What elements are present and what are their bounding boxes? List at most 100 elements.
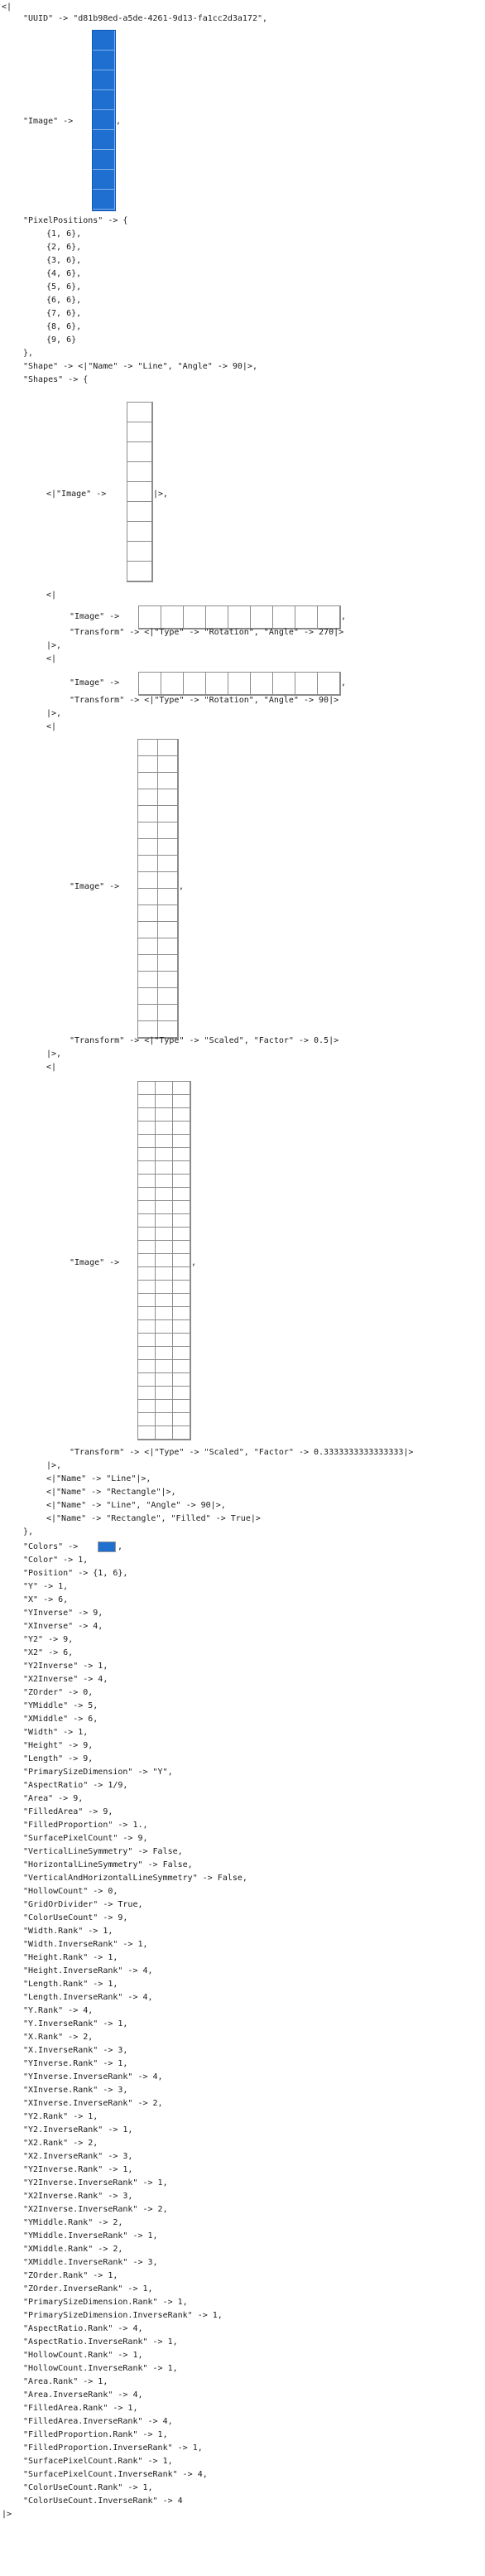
property-verticallinesymmetry: "VerticalLineSymmetry" -> False,	[23, 1847, 183, 1856]
property-surfacepixelcount-inverserank: "SurfacePixelCount.InverseRank" -> 4,	[23, 2470, 208, 2479]
property-y2inverse-inverserank: "Y2Inverse.InverseRank" -> 1,	[23, 2178, 168, 2188]
property-filledproportion: "FilledProportion" -> 1.,	[23, 1821, 148, 1830]
property-y2inverse: "Y2Inverse" -> 1,	[23, 1662, 108, 1671]
shape4-image-key: "Image" ->	[70, 882, 120, 891]
shape3-open: <|	[46, 654, 57, 663]
pixelpositions-close: },	[23, 349, 34, 358]
property-xinverse-inverserank: "XInverse.InverseRank" -> 2,	[23, 2099, 163, 2108]
image-key: "Image" ->	[23, 117, 74, 126]
property-position: "Position" -> {1, 6},	[23, 1569, 128, 1578]
property-horizontallinesymmetry: "HorizontalLineSymmetry" -> False,	[23, 1860, 193, 1869]
property-y-inverserank: "Y.InverseRank" -> 1,	[23, 2019, 128, 2028]
property-filledarea: "FilledArea" -> 9,	[23, 1807, 113, 1816]
property-ymiddle-inverserank: "YMiddle.InverseRank" -> 1,	[23, 2231, 158, 2241]
pixel-position-7: {7, 6},	[46, 309, 82, 318]
shape4-image-comma: ,	[179, 882, 185, 891]
property-y2-inverserank: "Y2.InverseRank" -> 1,	[23, 2125, 133, 2135]
shape4-transform: "Transform" -> <|"Type" -> "Scaled", "Fa…	[70, 1036, 339, 1045]
main-image-grid	[92, 30, 116, 211]
property-width: "Width" -> 1,	[23, 1728, 89, 1737]
property-zorder-rank: "ZOrder.Rank" -> 1,	[23, 2271, 118, 2280]
pixel-position-9: {9, 6}	[46, 335, 77, 345]
shapes-key: "Shapes" -> {	[23, 375, 89, 384]
shape5-image-comma: ,	[191, 1258, 197, 1267]
shape3-close: |>,	[46, 709, 62, 718]
colors-key: "Colors" ->	[23, 1542, 79, 1551]
property-y2inverse-rank: "Y2Inverse.Rank" -> 1,	[23, 2165, 133, 2174]
property-hollowcount-inverserank: "HollowCount.InverseRank" -> 1,	[23, 2364, 178, 2373]
property-y2: "Y2" -> 9,	[23, 1635, 74, 1644]
pixelpositions-key: "PixelPositions" -> {	[23, 216, 128, 225]
property-close-bracket: |>	[2, 2510, 12, 2519]
property-y2-rank: "Y2.Rank" -> 1,	[23, 2112, 98, 2121]
shape-line-angle: <|"Name" -> "Line", "Angle" -> 90|>,	[46, 1501, 226, 1510]
shape5-transform: "Transform" -> <|"Type" -> "Scaled", "Fa…	[70, 1448, 414, 1457]
property-surfacepixelcount: "SurfacePixelCount" -> 9,	[23, 1834, 148, 1843]
shape-line: "Shape" -> <|"Name" -> "Line", "Angle" -…	[23, 362, 257, 371]
property-gridordivider: "GridOrDivider" -> True,	[23, 1900, 143, 1909]
property-x-rank: "X.Rank" -> 2,	[23, 2033, 94, 2042]
pixel-position-1: {1, 6},	[46, 229, 82, 239]
shape2-image-comma: ,	[341, 612, 347, 621]
property-aspectratio-rank: "AspectRatio.Rank" -> 4,	[23, 2324, 143, 2333]
property-area-inverserank: "Area.InverseRank" -> 4,	[23, 2390, 143, 2400]
image-comma: ,	[116, 117, 122, 126]
property-xmiddle-inverserank: "XMiddle.InverseRank" -> 3,	[23, 2258, 158, 2267]
uuid-line: "UUID" -> "d81b98ed-a5de-4261-9d13-fa1cc…	[23, 14, 268, 23]
property-xmiddle: "XMiddle" -> 6,	[23, 1715, 98, 1724]
shape5-open: <|	[46, 1063, 57, 1072]
property-aspectratio: "AspectRatio" -> 1/9,	[23, 1781, 128, 1790]
open-bracket: <|	[2, 2, 12, 12]
shape-rectangle-filled: <|"Name" -> "Rectangle", "Filled" -> Tru…	[46, 1514, 261, 1523]
pixel-position-6: {6, 6},	[46, 296, 82, 305]
property-color: "Color" -> 1,	[23, 1556, 89, 1565]
property-yinverse-inverserank: "YInverse.InverseRank" -> 4,	[23, 2072, 163, 2082]
shape1-image-grid	[127, 402, 153, 582]
property-x2: "X2" -> 6,	[23, 1648, 74, 1657]
shape2-image-grid	[138, 605, 341, 630]
pixel-position-8: {8, 6},	[46, 322, 82, 331]
pixel-position-2: {2, 6},	[46, 243, 82, 252]
property-filledarea-rank: "FilledArea.Rank" -> 1,	[23, 2404, 138, 2413]
shape3-image-grid	[138, 672, 341, 696]
pixel-position-3: {3, 6},	[46, 256, 82, 265]
shape2-close: |>,	[46, 641, 62, 650]
shape2-image-key: "Image" ->	[70, 612, 120, 621]
property-aspectratio-inverserank: "AspectRatio.InverseRank" -> 1,	[23, 2337, 178, 2347]
property-x2-inverserank: "X2.InverseRank" -> 3,	[23, 2152, 133, 2161]
property-xmiddle-rank: "XMiddle.Rank" -> 2,	[23, 2245, 123, 2254]
property-length-inverserank: "Length.InverseRank" -> 4,	[23, 1993, 153, 2002]
colors-swatch	[98, 1541, 116, 1552]
property-area: "Area" -> 9,	[23, 1794, 84, 1803]
property-width-inverserank: "Width.InverseRank" -> 1,	[23, 1940, 148, 1949]
property-yinverse-rank: "YInverse.Rank" -> 1,	[23, 2059, 128, 2068]
property-length-rank: "Length.Rank" -> 1,	[23, 1980, 118, 1989]
shape5-close: |>,	[46, 1461, 62, 1470]
property-filledproportion-inverserank: "FilledProportion.InverseRank" -> 1,	[23, 2443, 203, 2453]
property-x-inverserank: "X.InverseRank" -> 3,	[23, 2046, 128, 2055]
property-xinverse-rank: "XInverse.Rank" -> 3,	[23, 2086, 128, 2095]
property-x2-rank: "X2.Rank" -> 2,	[23, 2139, 98, 2148]
property-y: "Y" -> 1,	[23, 1582, 69, 1591]
shape4-close: |>,	[46, 1049, 62, 1059]
colors-comma: ,	[118, 1542, 123, 1551]
property-x2inverse: "X2Inverse" -> 4,	[23, 1675, 108, 1684]
property-height-rank: "Height.Rank" -> 1,	[23, 1953, 118, 1962]
shape5-image-grid	[137, 1081, 191, 1440]
property-hollowcount: "HollowCount" -> 0,	[23, 1887, 118, 1896]
shape1-image-key: <|"Image" ->	[46, 490, 107, 499]
shape1-close: |>,	[153, 490, 169, 499]
property-area-rank: "Area.Rank" -> 1,	[23, 2377, 108, 2386]
pixel-position-5: {5, 6},	[46, 282, 82, 292]
property-ymiddle-rank: "YMiddle.Rank" -> 2,	[23, 2218, 123, 2227]
shape2-open: <|	[46, 591, 57, 600]
property-hollowcount-rank: "HollowCount.Rank" -> 1,	[23, 2351, 143, 2360]
property-verticalandhorizontallinesymmetry: "VerticalAndHorizontalLineSymmetry" -> F…	[23, 1874, 247, 1883]
property-yinverse: "YInverse" -> 9,	[23, 1609, 103, 1618]
property-height: "Height" -> 9,	[23, 1741, 94, 1750]
property-width-rank: "Width.Rank" -> 1,	[23, 1927, 113, 1936]
pixel-position-4: {4, 6},	[46, 269, 82, 278]
shape-rectangle-name: <|"Name" -> "Rectangle"|>,	[46, 1488, 176, 1497]
shape3-transform: "Transform" -> <|"Type" -> "Rotation", "…	[70, 696, 339, 705]
property-ymiddle: "YMiddle" -> 5,	[23, 1701, 98, 1710]
